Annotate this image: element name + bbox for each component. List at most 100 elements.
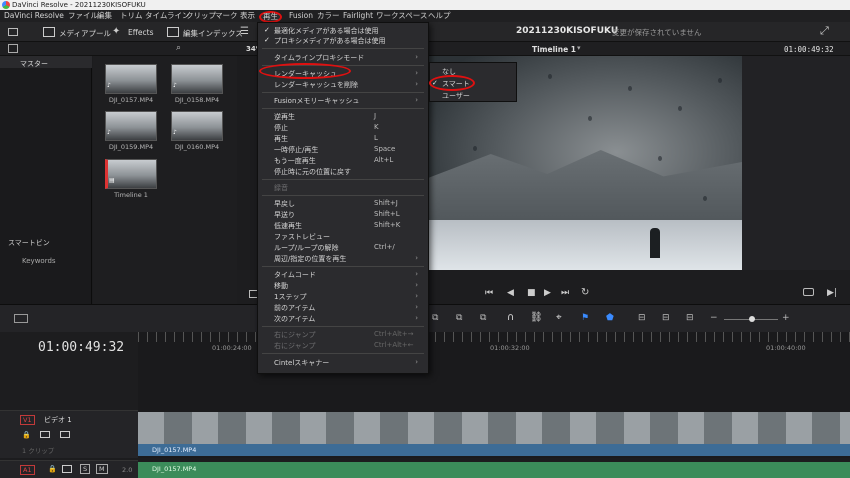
menu-item-play-around[interactable]: 周辺/指定の位置を再生 › xyxy=(274,254,424,264)
menu-item-fast-forward[interactable]: 早送り Shift+L xyxy=(274,210,424,220)
solo-button[interactable]: S xyxy=(80,464,91,474)
menu-item-jump-right: 右にジャンプ Ctrl+Alt+→ xyxy=(274,330,414,339)
menu-item-timecode[interactable]: タイムコード › xyxy=(274,270,424,280)
zoom-detail-icon[interactable]: ⊟ xyxy=(662,313,670,323)
menu-item-rewind[interactable]: 早戻し Shift+J xyxy=(274,199,424,209)
menu-item-use-proxy[interactable]: ✓ プロキシメディアがある場合は使用 xyxy=(264,36,424,46)
menu-edit[interactable]: 編集 xyxy=(97,10,112,22)
timeline-thumbnail[interactable]: ▤ xyxy=(105,159,157,189)
video-clip-thumbnails[interactable] xyxy=(138,412,850,444)
menu-item-play-again[interactable]: もう一度再生 Alt+L xyxy=(274,156,424,166)
menu-help[interactable]: ヘルプ xyxy=(428,10,451,22)
audio-clip[interactable]: DJI_0157.MP4 xyxy=(138,462,850,478)
menu-item-delete-render-cache[interactable]: レンダーキャッシュを削除 › xyxy=(274,80,424,90)
track-badge-a1[interactable]: A1 xyxy=(20,465,35,475)
track-visible-icon[interactable] xyxy=(60,431,70,438)
menu-file[interactable]: ファイル xyxy=(68,10,98,22)
ruler-label: 01:00:32:00 xyxy=(490,344,530,352)
clip-thumbnail[interactable]: ♪ xyxy=(105,111,157,141)
chevron-down-icon[interactable]: ▾ xyxy=(577,44,581,52)
snapping-icon[interactable]: ∩ xyxy=(507,312,514,323)
zoom-custom-icon[interactable]: ⊟ xyxy=(686,313,694,323)
menu-item-reverse[interactable]: 逆再生 J xyxy=(274,112,424,122)
stop-icon[interactable]: ■ xyxy=(527,288,536,298)
menu-item-return-on-stop[interactable]: 停止時に元の位置に戻す xyxy=(274,167,424,177)
menu-item-cintel-scanner[interactable]: Cintelスキャナー › xyxy=(274,358,424,368)
search-icon[interactable]: ⌕ xyxy=(176,43,181,53)
sound-library-icon[interactable]: ☰ xyxy=(240,26,249,37)
auto-select-icon[interactable] xyxy=(62,465,72,473)
edit-index-button[interactable]: 編集インデックス xyxy=(183,28,243,39)
checkmark-icon: ✓ xyxy=(264,36,270,44)
effects-icon[interactable]: ✦ xyxy=(112,26,120,37)
auto-select-icon[interactable] xyxy=(40,431,50,438)
media-pool-icon[interactable] xyxy=(43,27,55,37)
edit-index-icon[interactable] xyxy=(167,27,179,37)
lock-icon[interactable]: 🔒 xyxy=(48,465,57,473)
go-to-start-icon[interactable]: ⏮ xyxy=(485,288,493,298)
zoom-slider-handle[interactable] xyxy=(749,316,755,322)
timeline-selector[interactable]: Timeline 1 xyxy=(532,45,576,54)
zoom-full-icon[interactable]: ⊟ xyxy=(638,313,646,323)
link-icon[interactable]: ⛓ xyxy=(530,312,543,323)
go-to-end-icon[interactable]: ⏭ xyxy=(561,288,569,298)
menu-trim[interactable]: トリム xyxy=(120,10,143,22)
menu-fusion[interactable]: Fusion xyxy=(289,10,313,22)
menu-timeline[interactable]: タイムライン xyxy=(145,10,189,22)
panel-toggle-icon[interactable] xyxy=(8,28,18,36)
clip-thumbnail[interactable]: ♪ xyxy=(171,111,223,141)
clip-thumbnail[interactable]: ♪ xyxy=(105,64,157,94)
menu-fairlight[interactable]: Fairlight xyxy=(343,10,373,22)
track-badge-v1[interactable]: V1 xyxy=(20,415,35,425)
menu-item-move[interactable]: 移動 › xyxy=(274,281,424,291)
menu-item-prev-item[interactable]: 前のアイテム › xyxy=(274,303,424,313)
menu-color[interactable]: カラー xyxy=(317,10,340,22)
menu-item-one-step[interactable]: 1ステップ › xyxy=(274,292,424,302)
menu-workspace[interactable]: ワークスペース xyxy=(376,10,427,22)
zoom-in-icon[interactable]: + xyxy=(782,313,790,323)
layout-icon[interactable] xyxy=(8,44,18,53)
video-clip[interactable]: DJI_0157.MP4 xyxy=(138,444,850,456)
menu-view[interactable]: 表示 xyxy=(240,10,255,22)
replace-clip-icon[interactable]: ⧉ xyxy=(480,313,486,323)
menu-item-loop[interactable]: ループ/ループの解除 Ctrl+/ xyxy=(274,243,424,253)
flag-icon[interactable]: ⚑ xyxy=(581,313,589,323)
mute-button[interactable]: M xyxy=(96,464,108,474)
menu-item-timeline-proxy[interactable]: タイムラインプロキシモード › xyxy=(274,53,424,63)
menu-item-stop[interactable]: 停止 K xyxy=(274,123,424,133)
clip-name: DJI_0158.MP4 xyxy=(174,96,220,104)
next-frame-icon[interactable]: ▶| xyxy=(827,288,837,298)
effects-button[interactable]: Effects xyxy=(128,28,154,37)
track-name[interactable]: ビデオ 1 xyxy=(44,415,72,425)
zoom-out-icon[interactable]: − xyxy=(710,313,718,323)
menu-item-fusion-memory-cache[interactable]: Fusionメモリーキャッシュ › xyxy=(274,96,424,106)
position-lock-icon[interactable]: ⌖ xyxy=(556,312,562,323)
insert-clip-icon[interactable]: ⧉ xyxy=(432,313,438,323)
media-pool-button[interactable]: メディアプール xyxy=(59,28,111,39)
master-bin[interactable]: マスター xyxy=(20,59,48,69)
menu-mark[interactable]: マーク xyxy=(215,10,238,22)
play-icon[interactable]: ▶ xyxy=(544,288,551,298)
keywords-bin[interactable]: Keywords xyxy=(22,257,56,265)
submenu-item-user[interactable]: ユーザー xyxy=(442,91,512,101)
marker-icon[interactable]: ⬟ xyxy=(606,313,614,323)
menu-item-fast-review[interactable]: ファストレビュー xyxy=(274,232,424,242)
fullscreen-icon[interactable]: ⤢ xyxy=(820,24,829,38)
loop-icon[interactable]: ↻ xyxy=(581,287,589,298)
menu-item-pause-play[interactable]: 一時停止/再生 Space xyxy=(274,145,424,155)
clip-count: 1 クリップ xyxy=(22,447,55,455)
overwrite-clip-icon[interactable]: ⧉ xyxy=(456,313,462,323)
lock-icon[interactable]: 🔒 xyxy=(22,431,31,439)
menu-item-next-item[interactable]: 次のアイテム › xyxy=(274,314,424,324)
clip-thumbnail[interactable]: ♪ xyxy=(171,64,223,94)
reverse-play-icon[interactable]: ◀ xyxy=(507,288,514,298)
menu-item-slow-play[interactable]: 低速再生 Shift+K xyxy=(274,221,424,231)
video-track-header: V1 ビデオ 1 🔒 1 クリップ xyxy=(0,410,138,458)
timeline-view-icon[interactable] xyxy=(14,314,28,323)
menu-item-play[interactable]: 再生 L xyxy=(274,134,424,144)
match-frame-icon[interactable] xyxy=(803,288,814,296)
menu-clip[interactable]: クリップ xyxy=(186,10,216,22)
menu-davinci[interactable]: DaVinci Resolve xyxy=(4,10,64,22)
audio-track-header: A1 🔒 S M 2.0 xyxy=(0,460,138,478)
menu-item-use-optimized[interactable]: ✓ 最適化メディアがある場合は使用 xyxy=(264,26,424,36)
